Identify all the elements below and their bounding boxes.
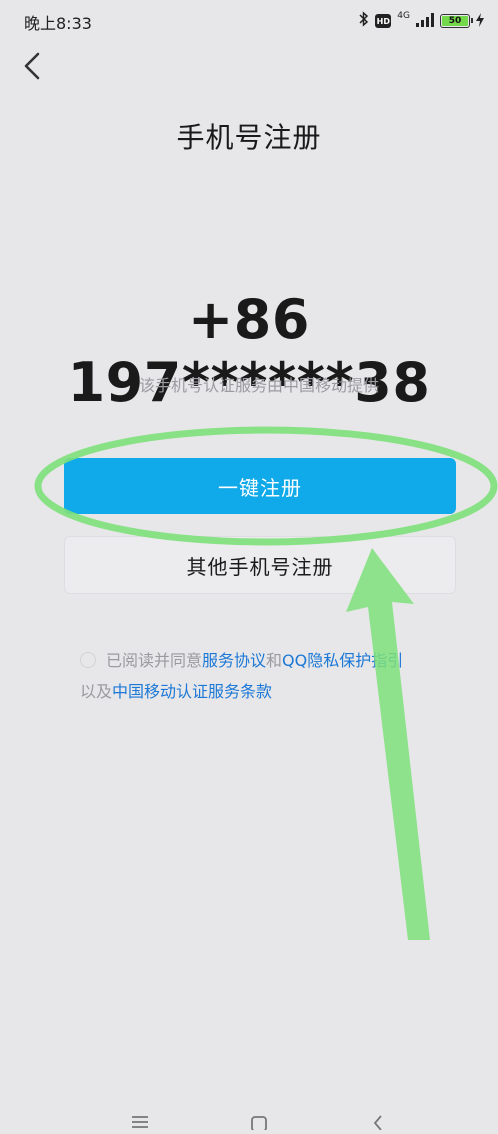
chevron-left-icon (24, 52, 40, 80)
battery-level: 50 (442, 16, 468, 26)
signal-icon (416, 12, 434, 31)
cmcc-terms-link[interactable]: 中国移动认证服务条款 (112, 682, 272, 701)
hd-icon: HD (375, 14, 392, 28)
agreement-text: 已阅读并同意服务协议和QQ隐私保护指引 (106, 645, 480, 676)
back-icon[interactable] (358, 1114, 398, 1134)
one-click-register-button[interactable]: 一键注册 (64, 458, 456, 514)
service-agreement-link[interactable]: 服务协议 (202, 651, 266, 670)
other-number-register-button[interactable]: 其他手机号注册 (64, 536, 456, 594)
agreement-conjunction: 和 (266, 651, 283, 670)
battery-icon: 50 (440, 14, 473, 28)
home-icon[interactable] (239, 1114, 279, 1134)
system-nav-bar (0, 1100, 498, 1130)
agreement-checkbox[interactable] (80, 652, 96, 668)
status-icons: HD 4G 50 (359, 8, 484, 34)
agreement-line-2: 以及中国移动认证服务条款 (80, 676, 480, 707)
back-button[interactable] (14, 46, 50, 86)
menu-icon[interactable] (120, 1114, 160, 1134)
annotation-arrow (346, 548, 430, 940)
status-time: 晚上8:33 (24, 14, 92, 33)
privacy-guide-link[interactable]: QQ隐私保护指引 (282, 651, 403, 670)
page-title: 手机号注册 (176, 121, 322, 154)
agreement-block: 已阅读并同意服务协议和QQ隐私保护指引 以及中国移动认证服务条款 (80, 645, 480, 707)
agreement-line2-prefix: 以及 (80, 682, 113, 701)
auth-provider-note: 该手机号认证服务由中国移动提供 (138, 376, 379, 395)
network-type: 4G (397, 11, 410, 21)
charging-icon (476, 12, 484, 31)
agreement-prefix: 已阅读并同意 (106, 651, 203, 670)
status-bar: 晚上8:33 HD 4G 50 (0, 0, 498, 44)
bluetooth-icon (359, 11, 369, 31)
